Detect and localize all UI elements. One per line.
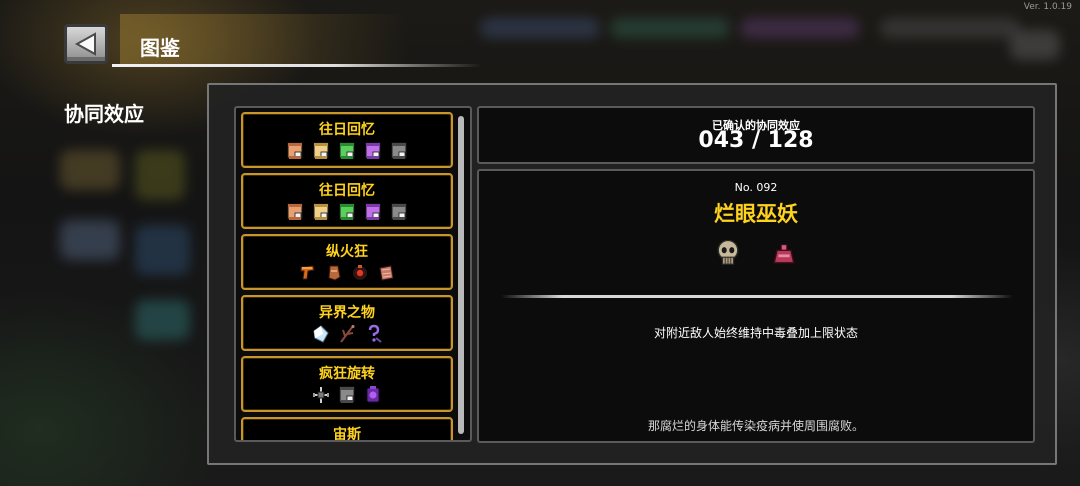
synergy-flavor-text: 那腐烂的身体能传染疫病并使周围腐败。 (647, 419, 864, 433)
grey-scroll-icon (339, 386, 355, 403)
synergy-card[interactable]: 宙斯 (241, 417, 453, 442)
synergy-effect: 对附近敌人始终维持中毒叠加上限状态 (653, 326, 858, 340)
synergy-card-items (243, 263, 451, 283)
green-scroll-icon (339, 142, 355, 159)
synergy-card-name: 异界之物 (319, 305, 375, 321)
synergy-card[interactable]: 往日回忆 (241, 112, 453, 168)
synergy-card-name: 纵火狂 (326, 244, 368, 260)
leather-glove-icon (328, 265, 341, 281)
synergy-detail-panel: No. 092 烂眼巫妖 对附近敌人始终维持中毒叠加上限状态 那腐烂的身体能传染… (477, 169, 1035, 443)
synergy-card-name: 往日回忆 (319, 183, 375, 199)
purple-gem-icon (366, 386, 380, 403)
synergy-card-items (243, 202, 451, 222)
yellow-scroll-icon (313, 142, 329, 159)
confirmed-count-panel: 已确认的协同效应 043 / 128 (477, 106, 1035, 164)
grey-scroll-icon (391, 203, 407, 220)
synergy-list-items: 往日回忆 往日回忆 纵火狂 异界之物 疯狂旋转 宙斯 (241, 112, 453, 442)
flame-gun-icon (300, 265, 315, 280)
tan-scroll-icon (287, 203, 303, 220)
crystal-shard-icon (313, 325, 329, 343)
purple-scroll-icon (365, 203, 381, 220)
divider (501, 295, 1013, 298)
back-button[interactable] (64, 24, 108, 64)
synergy-card[interactable]: 往日回忆 (241, 173, 453, 229)
confirmed-value: 043 / 128 (698, 128, 814, 153)
meat-chunk-icon (379, 265, 394, 281)
synergy-card[interactable]: 异界之物 (241, 295, 453, 351)
scrollbar-thumb[interactable] (458, 116, 464, 434)
header-underline (112, 64, 482, 67)
synergy-card-items (243, 324, 451, 344)
category-label: 协同效应 (64, 102, 144, 126)
back-arrow-icon (74, 32, 96, 56)
grey-scroll-icon (391, 142, 407, 159)
fire-orb-icon (353, 265, 367, 280)
list-scrollbar[interactable] (458, 116, 464, 434)
synergy-card-items (243, 385, 451, 405)
page-title: 图鉴 (140, 36, 180, 60)
pink-bag-icon (773, 244, 795, 264)
synergy-items (479, 239, 1033, 267)
synergy-list[interactable]: 往日回忆 往日回忆 纵火狂 异界之物 疯狂旋转 宙斯 (234, 106, 472, 442)
skull-mask-icon (717, 239, 739, 265)
version-label: Ver. 1.0.19 (1023, 2, 1072, 12)
branch-staff-icon (340, 325, 355, 343)
synergy-card[interactable]: 疯狂旋转 (241, 356, 453, 412)
purple-scroll-icon (365, 142, 381, 159)
tan-scroll-icon (287, 142, 303, 159)
synergy-card-name: 往日回忆 (319, 122, 375, 138)
synergy-card-name: 疯狂旋转 (319, 366, 375, 382)
spinning-cross-icon (313, 387, 329, 403)
yellow-scroll-icon (313, 203, 329, 220)
synergy-card[interactable]: 纵火狂 (241, 234, 453, 290)
synergy-card-items (243, 141, 451, 161)
synergy-name: 烂眼巫妖 (714, 202, 798, 226)
synergy-number: No. 092 (734, 181, 778, 194)
synergy-card-name: 宙斯 (333, 427, 361, 442)
question-key-icon (368, 324, 382, 343)
green-scroll-icon (339, 203, 355, 220)
